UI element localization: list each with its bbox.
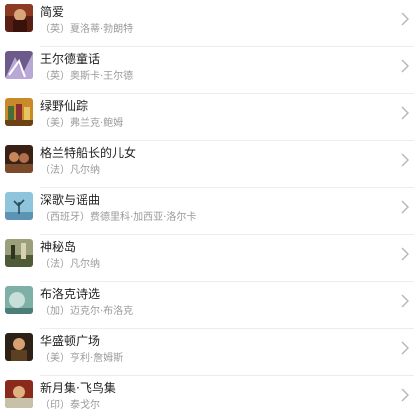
book-author: （英）夏洛蒂·勃朗特 [40, 24, 134, 35]
book-author: （法）凡尔纳 [40, 259, 100, 270]
book-title: 布洛克诗选 [40, 287, 101, 301]
chevron-right-icon [400, 293, 410, 309]
book-author: （英）奥斯卡·王尔德 [40, 71, 134, 82]
book-title: 格兰特船长的儿女 [40, 146, 137, 160]
book-title: 深歌与谣曲 [40, 193, 101, 207]
book-row[interactable]: 深歌与谣曲 （西班牙）费德里科·加西亚·洛尔卡 [0, 188, 414, 235]
book-title: 新月集·飞鸟集 [40, 381, 116, 395]
book-row[interactable]: 王尔德童话 （英）奥斯卡·王尔德 [0, 47, 414, 94]
book-cover [5, 333, 33, 361]
book-title: 神秘岛 [40, 240, 77, 254]
book-author: （法）凡尔纳 [40, 165, 100, 176]
book-author: （印）泰戈尔 [40, 400, 100, 411]
chevron-right-icon [400, 199, 410, 215]
book-author: （美）亨利·詹姆斯 [40, 353, 124, 364]
book-row[interactable]: 布洛克诗选 （加）迈克尔·布洛克 [0, 282, 414, 329]
book-author: （西班牙）费德里科·加西亚·洛尔卡 [40, 212, 197, 223]
book-row[interactable]: 新月集·飞鸟集 （印）泰戈尔 [0, 376, 414, 413]
book-list: 简爱 （英）夏洛蒂·勃朗特 王尔德童话 （英）奥斯卡·王尔德 绿野仙踪 （美）弗… [0, 0, 414, 413]
book-cover [5, 286, 33, 314]
book-row[interactable]: 华盛顿广场 （美）亨利·詹姆斯 [0, 329, 414, 376]
book-row[interactable]: 神秘岛 （法）凡尔纳 [0, 235, 414, 282]
book-cover [5, 51, 33, 79]
chevron-right-icon [400, 105, 410, 121]
chevron-right-icon [400, 340, 410, 356]
book-cover [5, 380, 33, 408]
book-author: （加）迈克尔·布洛克 [40, 306, 134, 317]
book-cover [5, 4, 33, 32]
book-row[interactable]: 简爱 （英）夏洛蒂·勃朗特 [0, 0, 414, 47]
book-title: 王尔德童话 [40, 52, 101, 66]
book-cover [5, 192, 33, 220]
chevron-right-icon [400, 11, 410, 27]
book-title: 简爱 [40, 5, 65, 19]
chevron-right-icon [400, 152, 410, 168]
book-row[interactable]: 格兰特船长的儿女 （法）凡尔纳 [0, 141, 414, 188]
book-cover [5, 98, 33, 126]
book-title: 华盛顿广场 [40, 334, 101, 348]
book-title: 绿野仙踪 [40, 99, 89, 113]
chevron-right-icon [400, 387, 410, 403]
book-cover [5, 239, 33, 267]
book-cover [5, 145, 33, 173]
book-row[interactable]: 绿野仙踪 （美）弗兰克·鲍姆 [0, 94, 414, 141]
book-author: （美）弗兰克·鲍姆 [40, 118, 124, 129]
chevron-right-icon [400, 246, 410, 262]
chevron-right-icon [400, 58, 410, 74]
